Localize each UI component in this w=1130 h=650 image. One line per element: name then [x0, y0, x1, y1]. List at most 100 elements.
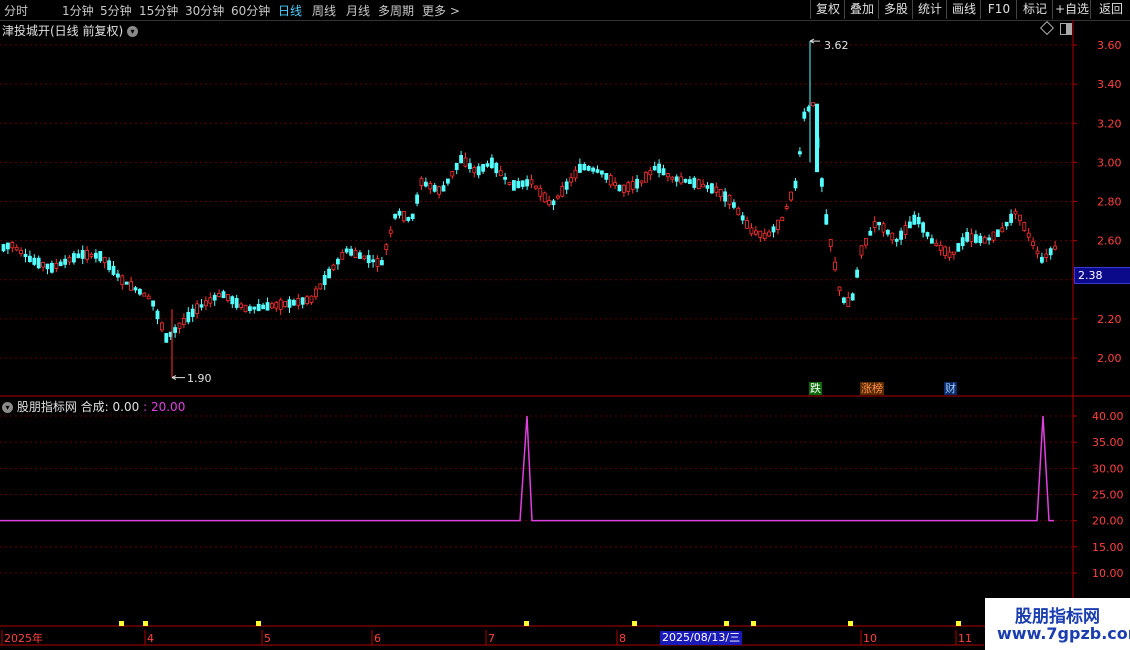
mark-button[interactable]: 标记	[1016, 0, 1053, 19]
candle-body	[441, 185, 446, 192]
watermark-logo: 股朋指标网 www.7gpzb.com	[985, 598, 1130, 650]
candle-body	[173, 327, 178, 333]
indicator-polyline	[0, 415, 1054, 522]
period-monthly[interactable]: 月线	[346, 2, 370, 19]
period-daily[interactable]: 日线	[278, 2, 302, 19]
candle-body	[960, 237, 965, 247]
candle-body	[542, 192, 547, 203]
finance-tag[interactable]: 财	[944, 382, 957, 395]
add-watchlist-button[interactable]: +自选	[1052, 0, 1091, 19]
candle-body	[806, 106, 811, 112]
signal-marker	[751, 621, 756, 626]
candle-body	[648, 170, 653, 176]
period-weekly[interactable]: 周线	[312, 2, 336, 19]
candle-body	[890, 232, 895, 241]
price-axis-label: 3.60	[1097, 39, 1122, 52]
period-60min[interactable]: 60分钟	[231, 2, 270, 19]
fall-tag[interactable]: 跌	[809, 382, 822, 395]
chevron-down-icon[interactable]: ▾	[127, 26, 139, 37]
candle-body	[353, 249, 358, 258]
candle-body	[432, 185, 437, 192]
rank-tag[interactable]: 涨榜	[860, 382, 884, 395]
candle-body	[617, 184, 622, 192]
statistics-button[interactable]: 统计	[912, 0, 947, 19]
candle-body	[520, 180, 525, 187]
period-fenshi[interactable]: 分时	[4, 2, 28, 19]
signal-marker	[632, 621, 637, 626]
candle-body	[291, 299, 296, 306]
price-axis-label: 3.00	[1097, 156, 1122, 169]
max-price-label: 3.62	[824, 39, 849, 52]
x-axis-label: 11	[958, 632, 972, 645]
candle-body	[877, 221, 881, 226]
candle-body	[938, 245, 943, 251]
candle-body	[679, 176, 683, 184]
candle-body	[80, 250, 85, 259]
fuquan-button[interactable]: 复权	[810, 0, 845, 19]
back-button[interactable]: 返回	[1090, 0, 1130, 19]
chevron-down-icon[interactable]: ▾	[2, 402, 13, 413]
diamond-icon[interactable]	[1039, 20, 1055, 36]
candle-body	[1035, 250, 1040, 255]
candle-body	[419, 177, 424, 186]
candle-body	[943, 246, 947, 256]
cursor-date-box: 2025/08/13/三	[660, 631, 743, 645]
indicator-line	[0, 415, 1054, 522]
candle-body	[146, 295, 151, 300]
candle-body	[714, 186, 719, 193]
candle-body	[512, 180, 516, 191]
indicator-value-1: 0.00	[112, 400, 140, 414]
price-axis-label: 2.80	[1097, 196, 1122, 209]
candle-body	[124, 281, 129, 285]
candle-body	[32, 257, 37, 265]
period-more[interactable]: 更多 >	[422, 2, 460, 19]
f10-button[interactable]: F10	[980, 0, 1017, 19]
candle-body	[366, 255, 371, 264]
period-15min[interactable]: 15分钟	[139, 2, 178, 19]
candle-body	[784, 206, 789, 209]
candle-body	[626, 182, 631, 192]
candle-body	[50, 262, 54, 273]
candle-body	[516, 180, 521, 189]
candle-body	[846, 297, 851, 307]
candle-body	[58, 261, 63, 267]
candle-body	[1026, 232, 1031, 238]
candle-body	[287, 299, 292, 308]
candle-body	[745, 220, 749, 229]
candle-body	[133, 287, 138, 291]
max-candle-body	[815, 103, 819, 173]
candle-body	[340, 252, 345, 260]
period-5min[interactable]: 5分钟	[100, 2, 132, 19]
period-multi[interactable]: 多周期	[378, 2, 414, 19]
signal-marker	[848, 621, 853, 626]
candle-body	[230, 296, 235, 305]
current-price-box: 2.38	[1074, 267, 1130, 284]
candle-body	[463, 157, 468, 167]
candle-body	[331, 264, 336, 271]
candle-body	[754, 230, 758, 235]
candle-body	[556, 195, 560, 199]
draw-line-button[interactable]: 画线	[946, 0, 981, 19]
candle-body	[903, 225, 908, 235]
panel-toggle-icon[interactable]	[1060, 23, 1072, 35]
candle-body	[208, 297, 213, 304]
candle-body	[824, 214, 829, 225]
candle-body	[569, 177, 573, 183]
candle-body	[296, 298, 301, 306]
candle-body	[415, 194, 420, 204]
candle-body	[578, 163, 582, 173]
period-30min[interactable]: 30分钟	[185, 2, 224, 19]
candle-body	[586, 166, 591, 171]
candle-body	[384, 244, 389, 251]
indicator-axis-label: 30.00	[1092, 462, 1124, 475]
chart-title: 津投城开(日线 前复权) ▾	[2, 22, 139, 39]
indicator-axis-label: 20.00	[1092, 515, 1124, 528]
candle-body	[186, 311, 191, 323]
grid-lines	[0, 44, 1073, 574]
candle-body	[472, 167, 477, 174]
x-axis-label: 6	[374, 632, 381, 645]
candle-body	[740, 215, 745, 221]
overlay-button[interactable]: 叠加	[844, 0, 879, 19]
period-1min[interactable]: 1分钟	[62, 2, 94, 19]
multi-stock-button[interactable]: 多股	[878, 0, 913, 19]
